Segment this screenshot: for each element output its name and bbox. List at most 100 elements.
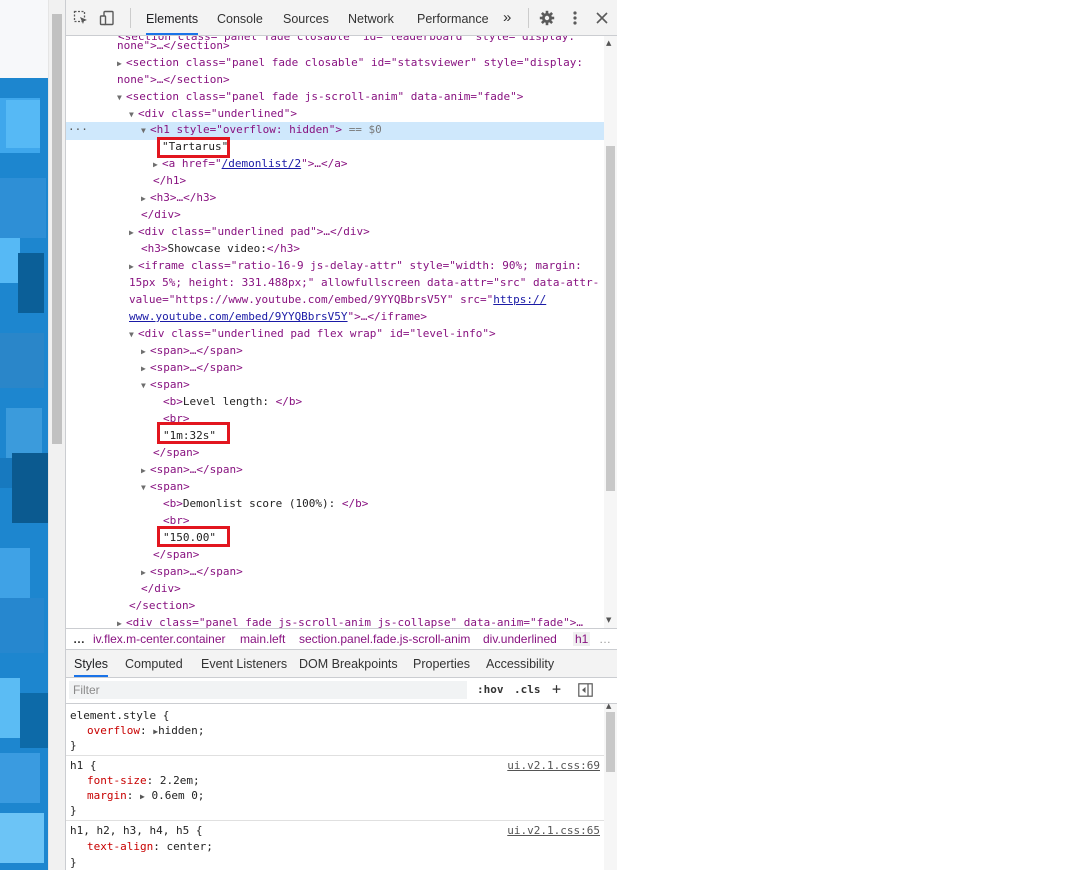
breadcrumb-item[interactable]: div.underlined: [483, 632, 557, 646]
tree-row[interactable]: </div>: [66, 207, 604, 224]
tree-row[interactable]: <br>: [66, 513, 604, 530]
tree-row[interactable]: "1m:32s": [66, 428, 604, 445]
tree-row-selected[interactable]: ··· ▼ <h1 style="overflow: hidden"> == $0: [66, 122, 604, 140]
tree-row[interactable]: </div>: [66, 581, 604, 598]
gear-icon[interactable]: [538, 9, 556, 27]
css-property-value[interactable]: 0.6em 0;: [151, 789, 204, 802]
row-actions-icon[interactable]: ···: [68, 122, 88, 139]
expand-arrow-icon[interactable]: ▶: [141, 463, 150, 480]
tree-row[interactable]: ▶ <div class="panel fade js-scroll-anim j…: [66, 615, 604, 628]
tree-row[interactable]: ▼ <span>: [66, 377, 604, 395]
style-rule-element-style[interactable]: element.style { overflow: ▶hidden; }: [66, 704, 604, 756]
collapse-arrow-icon[interactable]: ▼: [117, 90, 126, 107]
scroll-down-arrow-icon[interactable]: ▼: [606, 616, 611, 624]
breadcrumb-scroll-right[interactable]: …: [599, 632, 611, 646]
tab-styles[interactable]: Styles: [74, 650, 109, 677]
collapse-arrow-icon[interactable]: ▼: [129, 327, 138, 344]
tab-event-listeners[interactable]: Event Listeners: [201, 650, 287, 677]
breadcrumb-item[interactable]: main.left: [240, 632, 285, 646]
tree-row[interactable]: ▶ <section class="panel fade closable" id…: [66, 55, 604, 73]
tab-computed[interactable]: Computed: [125, 650, 183, 677]
styles-pane-scrollbar-thumb[interactable]: [606, 712, 615, 772]
toggle-element-state-icon[interactable]: [578, 683, 593, 700]
inspect-element-icon[interactable]: [72, 9, 90, 27]
tree-row[interactable]: <b>Level length: </b>: [66, 394, 604, 411]
tree-row[interactable]: www.youtube.com/embed/9YYQBbrsV5Y">…</if…: [66, 309, 604, 326]
stylesheet-link[interactable]: ui.v2.1.css:65: [507, 823, 600, 839]
collapse-arrow-icon[interactable]: ▼: [141, 480, 150, 497]
tree-row[interactable]: <h3>Showcase video:</h3>: [66, 241, 604, 258]
tree-row[interactable]: </section>: [66, 598, 604, 615]
tree-row[interactable]: ▼ <section class="panel fade js-scroll-an…: [66, 89, 604, 107]
style-rule-h1[interactable]: h1 { ui.v2.1.css:69 font-size: 2.2em; ma…: [66, 756, 604, 821]
expand-arrow-icon[interactable]: ▶: [117, 56, 126, 73]
tree-row[interactable]: 15px 5%; height: 331.488px;" allowfullsc…: [66, 275, 604, 292]
page-scrollbar[interactable]: [48, 0, 65, 870]
tree-row[interactable]: ▶ <span>…</span>: [66, 360, 604, 378]
filter-input[interactable]: [69, 681, 467, 699]
breadcrumb-item[interactable]: iv.flex.m-center.container: [93, 632, 226, 646]
tree-row[interactable]: ▶ <span>…</span>: [66, 462, 604, 480]
css-property-name[interactable]: margin: [87, 789, 127, 802]
page-scrollbar-thumb[interactable]: [52, 14, 62, 444]
expand-arrow-icon[interactable]: ▶: [129, 259, 138, 276]
tree-row[interactable]: </h1>: [66, 173, 604, 190]
styles-pane-scrollbar[interactable]: ▲: [604, 702, 617, 870]
new-style-rule-button[interactable]: +: [552, 680, 561, 698]
tab-accessibility[interactable]: Accessibility: [486, 650, 554, 677]
tree-row[interactable]: none">…</section>: [66, 38, 604, 55]
expand-arrow-icon[interactable]: ▶: [153, 157, 162, 174]
tree-row[interactable]: value="https://www.youtube.com/embed/9YY…: [66, 292, 604, 309]
tree-row[interactable]: <b>Demonlist score (100%): </b>: [66, 496, 604, 513]
device-toolbar-icon[interactable]: [98, 9, 116, 27]
css-property-name[interactable]: font-size: [87, 774, 147, 787]
tree-row[interactable]: </span>: [66, 547, 604, 564]
css-property-name[interactable]: overflow: [87, 724, 140, 737]
expand-arrow-icon[interactable]: ▶: [141, 191, 150, 208]
breadcrumb-item-selected[interactable]: h1: [573, 632, 591, 646]
tree-row[interactable]: ▶ <span>…</span>: [66, 564, 604, 582]
more-tabs-button[interactable]: »: [503, 0, 511, 35]
styles-pane[interactable]: element.style { overflow: ▶hidden; } h1 …: [66, 704, 604, 870]
tab-elements[interactable]: Elements: [146, 0, 199, 35]
tab-properties[interactable]: Properties: [413, 650, 470, 677]
expand-arrow-icon[interactable]: ▶: [141, 344, 150, 361]
tree-row[interactable]: none">…</section>: [66, 72, 604, 89]
stylesheet-link[interactable]: ui.v2.1.css:69: [507, 758, 600, 774]
tree-row[interactable]: "Tartarus": [66, 139, 604, 156]
hov-button[interactable]: :hov: [477, 683, 504, 696]
tree-row[interactable]: ▶ <span>…</span>: [66, 343, 604, 361]
tree-row[interactable]: <br>: [66, 411, 604, 428]
css-property-value[interactable]: center;: [166, 840, 212, 853]
tab-network[interactable]: Network: [348, 0, 394, 35]
tree-row[interactable]: ▶ <a href="/demonlist/2">…</a>: [66, 156, 604, 174]
style-rule-headings[interactable]: h1, h2, h3, h4, h5 { ui.v2.1.css:65 text…: [66, 821, 604, 870]
expand-arrow-icon[interactable]: ▶: [129, 225, 138, 242]
elements-tree[interactable]: <section class="panel fade closable" id=…: [66, 36, 604, 628]
tree-row[interactable]: ▶ <iframe class="ratio-16-9 js-delay-attr…: [66, 258, 604, 276]
tab-performance[interactable]: Performance: [417, 0, 489, 35]
cls-button[interactable]: .cls: [514, 683, 541, 696]
css-property-value[interactable]: 2.2em;: [160, 774, 200, 787]
expand-arrow-icon[interactable]: ▶: [117, 616, 126, 628]
tab-dom-breakpoints[interactable]: DOM Breakpoints: [299, 650, 398, 677]
tree-row[interactable]: ▼ <div class="underlined pad flex wrap" i…: [66, 326, 604, 344]
tree-row[interactable]: ▼ <span>: [66, 479, 604, 497]
elements-tree-scrollbar[interactable]: ▲ ▼: [604, 36, 617, 628]
tab-console[interactable]: Console: [217, 0, 263, 35]
expand-arrow-icon[interactable]: ▶: [140, 792, 145, 801]
css-property-name[interactable]: text-align: [87, 840, 153, 853]
collapse-arrow-icon[interactable]: ▼: [141, 123, 150, 140]
breadcrumb-scroll-left[interactable]: …: [73, 632, 85, 646]
tab-sources[interactable]: Sources: [283, 0, 329, 35]
elements-tree-scrollbar-thumb[interactable]: [606, 146, 615, 491]
tree-row[interactable]: ▶ <div class="underlined pad">…</div>: [66, 224, 604, 242]
scroll-up-arrow-icon[interactable]: ▲: [606, 702, 611, 710]
breadcrumb-item[interactable]: section.panel.fade.js-scroll-anim: [299, 632, 470, 646]
collapse-arrow-icon[interactable]: ▼: [141, 378, 150, 395]
tree-row[interactable]: "150.00": [66, 530, 604, 547]
tree-row[interactable]: </span>: [66, 445, 604, 462]
scroll-up-arrow-icon[interactable]: ▲: [606, 39, 611, 47]
expand-arrow-icon[interactable]: ▶: [141, 361, 150, 378]
tree-row[interactable]: ▶ <h3>…</h3>: [66, 190, 604, 208]
